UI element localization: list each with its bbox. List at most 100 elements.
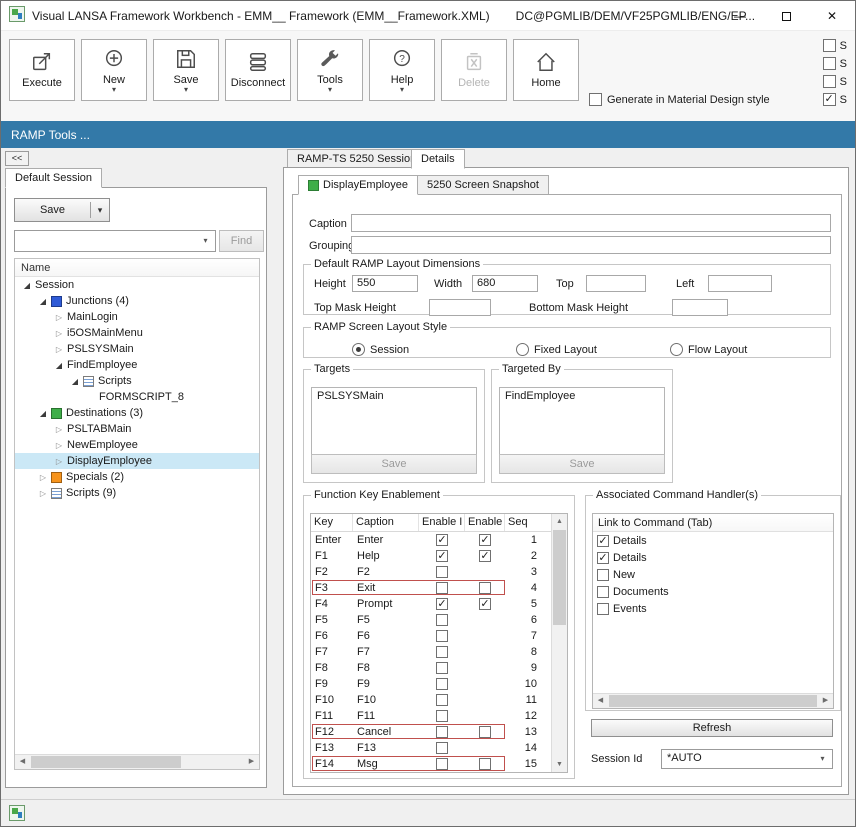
tab-details[interactable]: Details bbox=[411, 149, 465, 169]
expander-icon[interactable]: ▷ bbox=[51, 345, 67, 354]
checkbox-icon[interactable] bbox=[479, 582, 491, 594]
checkbox-icon[interactable]: ✓ bbox=[479, 550, 491, 562]
radio-icon[interactable] bbox=[670, 343, 683, 356]
tree-item[interactable]: ▷NewEmployee bbox=[15, 437, 259, 453]
function-key-row[interactable]: F7F78 bbox=[311, 644, 567, 660]
help-dropdown-icon[interactable]: ▾ bbox=[400, 87, 404, 93]
function-key-row[interactable]: EnterEnter✓✓1 bbox=[311, 532, 567, 548]
radio-icon[interactable] bbox=[516, 343, 529, 356]
command-handler-item[interactable]: Events bbox=[593, 600, 833, 617]
function-key-row[interactable]: F4Prompt✓✓5 bbox=[311, 596, 567, 612]
tools-dropdown-icon[interactable]: ▾ bbox=[328, 87, 332, 93]
tab-default-session[interactable]: Default Session bbox=[5, 168, 102, 188]
chevron-down-icon[interactable]: ▾ bbox=[815, 752, 830, 766]
s-checkbox-row[interactable]: ✓S bbox=[823, 93, 847, 106]
key-column-header[interactable]: Key bbox=[311, 514, 353, 531]
targets-item[interactable]: PSLSYSMain bbox=[317, 390, 384, 402]
top-mask-height-field[interactable] bbox=[429, 299, 491, 316]
targets-list[interactable]: PSLSYSMain bbox=[311, 387, 477, 457]
function-key-row[interactable]: F6F67 bbox=[311, 628, 567, 644]
checkbox-icon[interactable] bbox=[823, 39, 836, 52]
checkbox-icon[interactable]: ✓ bbox=[479, 534, 491, 546]
checkbox-icon[interactable] bbox=[597, 569, 609, 581]
scrollbar-thumb[interactable] bbox=[609, 695, 817, 707]
expander-icon[interactable]: ▷ bbox=[51, 441, 67, 450]
tree-item[interactable]: ◢Junctions (4) bbox=[15, 293, 259, 309]
save-button[interactable]: Save ▾ bbox=[153, 39, 219, 101]
function-key-row[interactable]: F14Msg15 bbox=[311, 756, 567, 772]
scroll-up-icon[interactable]: ▲ bbox=[552, 514, 567, 529]
close-icon[interactable]: ✕ bbox=[809, 1, 855, 31]
tree-item[interactable]: ▷Scripts (9) bbox=[15, 485, 259, 501]
tree-item[interactable]: ▷PSLSYSMain bbox=[15, 341, 259, 357]
chevron-down-icon[interactable]: ▾ bbox=[198, 234, 213, 248]
refresh-button[interactable]: Refresh bbox=[591, 719, 833, 737]
tree-horizontal-scrollbar[interactable]: ◀ ▶ bbox=[15, 754, 259, 769]
bottom-mask-height-field[interactable] bbox=[672, 299, 728, 316]
expander-icon[interactable]: ◢ bbox=[19, 281, 35, 290]
expander-icon[interactable]: ▷ bbox=[51, 329, 67, 338]
radio-option[interactable]: Session bbox=[352, 343, 409, 356]
home-button[interactable]: Home bbox=[513, 39, 579, 101]
checkbox-icon[interactable] bbox=[479, 726, 491, 738]
function-key-header-row[interactable]: Key Caption Enable I Enable Seq bbox=[311, 514, 567, 532]
checkbox-icon[interactable]: ✓ bbox=[597, 535, 609, 547]
checkbox-icon[interactable] bbox=[436, 726, 448, 738]
checkbox-icon[interactable] bbox=[436, 566, 448, 578]
checkbox-icon[interactable] bbox=[436, 646, 448, 658]
execute-button[interactable]: Execute bbox=[9, 39, 75, 101]
scrollbar-thumb[interactable] bbox=[31, 756, 181, 768]
checkbox-icon[interactable] bbox=[479, 758, 491, 770]
session-id-combobox[interactable]: *AUTO ▾ bbox=[661, 749, 833, 769]
tree-filter-combobox[interactable]: ▾ bbox=[14, 230, 216, 252]
tree-item[interactable]: FORMSCRIPT_8 bbox=[15, 389, 259, 405]
scroll-left-icon[interactable]: ◀ bbox=[593, 694, 608, 708]
tab-ramp-ts-session[interactable]: RAMP-TS 5250 Session bbox=[287, 149, 426, 169]
tab-5250-screen-snapshot[interactable]: 5250 Screen Snapshot bbox=[417, 175, 549, 195]
function-key-row[interactable]: F1Help✓✓2 bbox=[311, 548, 567, 564]
expander-icon[interactable]: ▷ bbox=[35, 473, 51, 482]
handlers-horizontal-scrollbar[interactable]: ◀ ▶ bbox=[593, 693, 833, 708]
collapse-panel-button[interactable]: << bbox=[5, 151, 29, 166]
disconnect-button[interactable]: Disconnect bbox=[225, 39, 291, 101]
expander-icon[interactable]: ◢ bbox=[35, 297, 51, 306]
checkbox-icon[interactable]: ✓ bbox=[479, 598, 491, 610]
tree-item[interactable]: ▷Specials (2) bbox=[15, 469, 259, 485]
new-button[interactable]: New ▾ bbox=[81, 39, 147, 101]
command-handler-item[interactable]: ✓Details bbox=[593, 532, 833, 549]
maximize-icon[interactable] bbox=[763, 1, 809, 31]
seq-column-header[interactable]: Seq bbox=[505, 514, 553, 531]
tree-item[interactable]: ▷i5OSMainMenu bbox=[15, 325, 259, 341]
function-key-row[interactable]: F11F1112 bbox=[311, 708, 567, 724]
checkbox-icon[interactable] bbox=[589, 93, 602, 106]
checkbox-icon[interactable]: ✓ bbox=[597, 552, 609, 564]
material-design-checkbox[interactable]: Generate in Material Design style bbox=[589, 93, 770, 106]
checkbox-icon[interactable] bbox=[597, 603, 609, 615]
help-button[interactable]: ? Help ▾ bbox=[369, 39, 435, 101]
checkbox-icon[interactable] bbox=[823, 57, 836, 70]
checkbox-icon[interactable]: ✓ bbox=[823, 93, 836, 106]
minimize-icon[interactable]: — bbox=[717, 1, 763, 31]
command-handler-item[interactable]: New bbox=[593, 566, 833, 583]
function-key-row[interactable]: F5F56 bbox=[311, 612, 567, 628]
tree-item[interactable]: ▷PSLTABMain bbox=[15, 421, 259, 437]
scroll-down-icon[interactable]: ▼ bbox=[552, 757, 567, 772]
save-dropdown-icon[interactable]: ▾ bbox=[184, 87, 188, 93]
expander-icon[interactable]: ▷ bbox=[51, 313, 67, 322]
checkbox-icon[interactable] bbox=[436, 614, 448, 626]
tree-item[interactable]: ◢Session bbox=[15, 277, 259, 293]
targeted-by-item[interactable]: FindEmployee bbox=[505, 390, 575, 402]
tree-item[interactable]: ◢Destinations (3) bbox=[15, 405, 259, 421]
tree-item[interactable]: ▷MainLogin bbox=[15, 309, 259, 325]
checkbox-icon[interactable] bbox=[436, 694, 448, 706]
function-key-vertical-scrollbar[interactable]: ▲ ▼ bbox=[551, 514, 567, 772]
radio-option[interactable]: Fixed Layout bbox=[516, 343, 597, 356]
link-to-command-header[interactable]: Link to Command (Tab) bbox=[593, 514, 833, 532]
height-field[interactable]: 550 bbox=[352, 275, 418, 292]
s-checkbox-row[interactable]: S bbox=[823, 39, 847, 52]
tools-button[interactable]: Tools ▾ bbox=[297, 39, 363, 101]
checkbox-icon[interactable]: ✓ bbox=[436, 534, 448, 546]
grouping-field[interactable] bbox=[351, 236, 831, 254]
tab-display-employee[interactable]: DisplayEmployee bbox=[298, 175, 418, 195]
expander-icon[interactable]: ▷ bbox=[35, 489, 51, 498]
